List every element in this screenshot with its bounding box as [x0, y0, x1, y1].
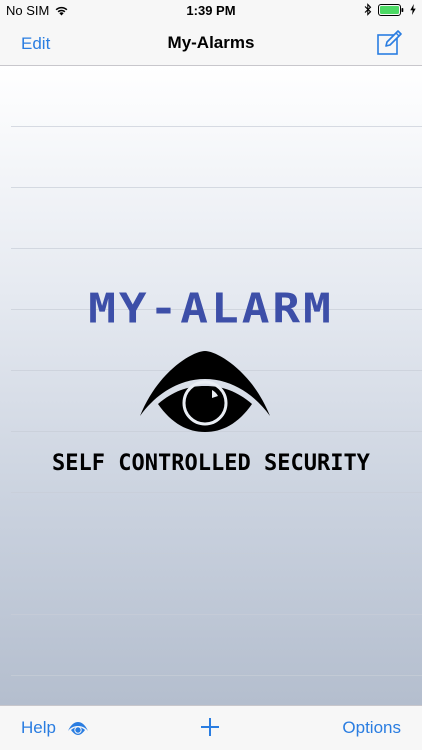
- status-bar: No SIM 1:39 PM: [0, 0, 422, 22]
- list-separator: [11, 126, 422, 127]
- list-separator: [11, 492, 422, 493]
- screen: No SIM 1:39 PM Edit My-Alarms MY-ALARM S…: [0, 0, 422, 750]
- list-separator: [11, 675, 422, 676]
- eye-icon[interactable]: [67, 720, 89, 736]
- bottom-toolbar: Help Options: [0, 705, 422, 750]
- eye-logo-icon: [140, 351, 270, 432]
- bluetooth-icon: [364, 3, 372, 16]
- charging-bolt-icon: [410, 4, 416, 15]
- navigation-bar: Edit My-Alarms: [0, 22, 422, 66]
- list-separator: [11, 553, 422, 554]
- page-title: My-Alarms: [167, 33, 255, 52]
- logo-tagline: SELF CONTROLLED SECURITY: [52, 451, 370, 476]
- list-separator: [11, 187, 422, 188]
- help-button[interactable]: Help: [21, 718, 56, 738]
- compose-icon[interactable]: [376, 30, 402, 56]
- list-separator: [11, 248, 422, 249]
- plus-icon[interactable]: [198, 715, 222, 739]
- options-button[interactable]: Options: [342, 718, 401, 738]
- battery-icon: [378, 3, 404, 16]
- alarm-list: MY-ALARM SELF CONTROLLED SECURITY: [0, 66, 422, 705]
- logo-title: MY-ALARM: [88, 283, 334, 333]
- status-time: 1:39 PM: [186, 3, 236, 18]
- list-separator: [11, 614, 422, 615]
- status-right: [364, 3, 416, 16]
